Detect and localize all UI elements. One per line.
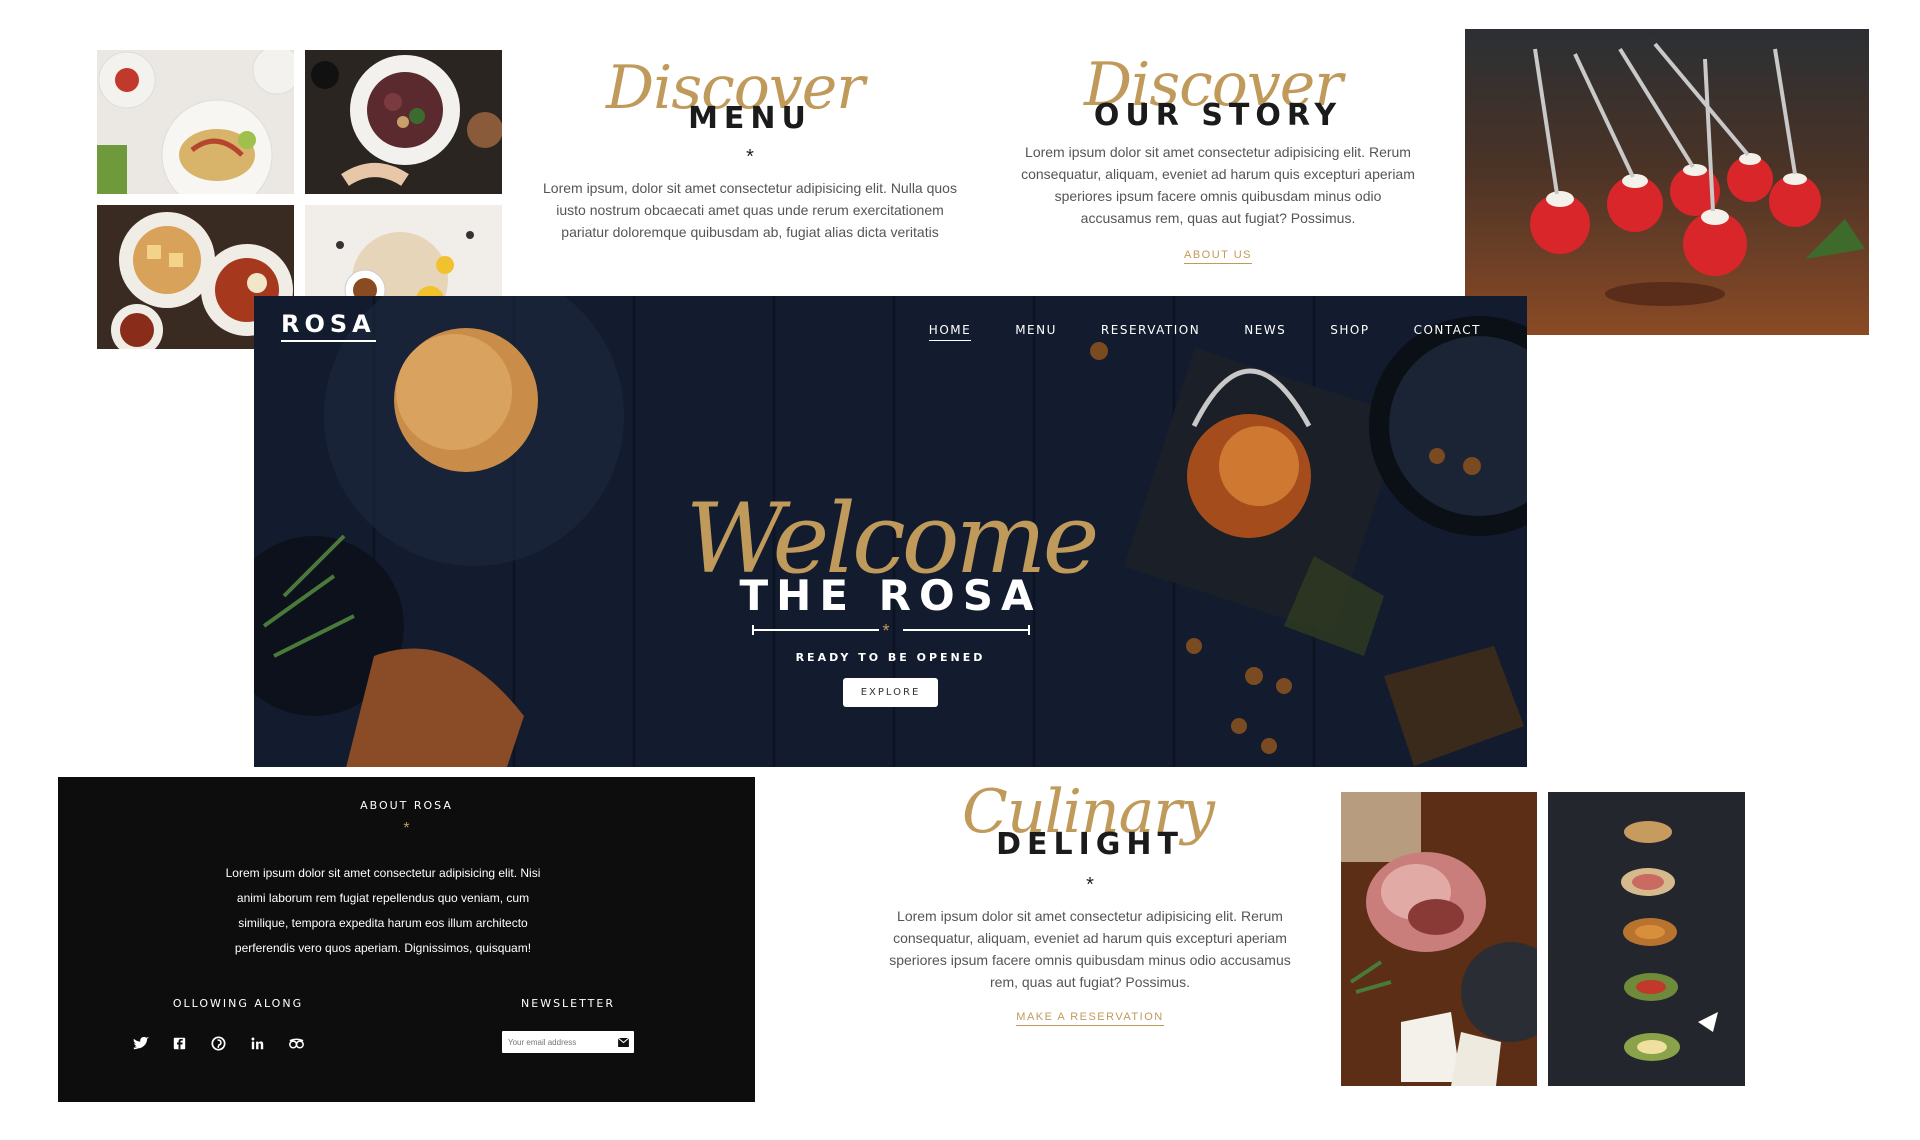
about-rosa-text: Lorem ipsum dolor sit amet consectetur a… bbox=[225, 866, 541, 955]
hero-star: * bbox=[882, 621, 890, 641]
hero-content: Welcome THE ROSA * READY TO BE OPENED EX… bbox=[254, 491, 1527, 707]
twitter-icon[interactable] bbox=[131, 1034, 150, 1053]
footer-panel: ABOUT ROSA * Lorem ipsum dolor sit amet … bbox=[58, 777, 755, 1102]
logo[interactable]: ROSA bbox=[281, 310, 376, 342]
facebook-icon[interactable] bbox=[170, 1034, 189, 1053]
newsletter-submit-button[interactable] bbox=[612, 1031, 634, 1053]
discover-menu-text: Lorem ipsum, dolor sit amet consectetur … bbox=[543, 180, 957, 240]
nav-news[interactable]: NEWS bbox=[1244, 323, 1286, 341]
hero-banner: ROSA HOME MENU RESERVATION NEWS SHOP CON… bbox=[254, 296, 1527, 767]
main-nav: HOME MENU RESERVATION NEWS SHOP CONTACT bbox=[885, 323, 1481, 341]
discover-menu-star: * bbox=[746, 146, 754, 168]
newsletter-heading: NEWSLETTER bbox=[521, 997, 615, 1010]
food-photo-tomato-skewers bbox=[1465, 29, 1869, 335]
nav-home[interactable]: HOME bbox=[928, 323, 972, 341]
culinary-text: Lorem ipsum dolor sit amet consectetur a… bbox=[889, 908, 1291, 990]
nav-contact[interactable]: CONTACT bbox=[1414, 323, 1481, 341]
newsletter-email-input[interactable] bbox=[502, 1031, 612, 1053]
culinary-section: Culinary DELIGHT * Lorem ipsum dolor sit… bbox=[880, 782, 1300, 1072]
footer-star: * bbox=[403, 820, 410, 837]
about-us-link[interactable]: ABOUT US bbox=[1183, 249, 1253, 264]
food-photo-charcuterie bbox=[1341, 792, 1537, 1086]
following-along-heading: OLLOWING ALONG bbox=[172, 997, 304, 1010]
hero-divider: * bbox=[751, 621, 1031, 641]
nav-shop[interactable]: SHOP bbox=[1330, 323, 1369, 341]
food-photo-bruschetta bbox=[1548, 792, 1745, 1086]
hero-subtitle: READY TO BE OPENED bbox=[795, 651, 986, 664]
newsletter-form bbox=[502, 1031, 634, 1053]
hero-title: THE ROSA bbox=[739, 571, 1042, 620]
about-rosa-heading: ABOUT ROSA bbox=[360, 799, 453, 812]
culinary-star: * bbox=[1086, 874, 1094, 896]
nav-reservation[interactable]: RESERVATION bbox=[1101, 323, 1200, 341]
discover-story-section: Discover OUR STORY Lorem ipsum dolor sit… bbox=[1018, 55, 1418, 295]
nav-menu[interactable]: MENU bbox=[1015, 323, 1057, 341]
explore-button[interactable]: EXPLORE bbox=[842, 678, 939, 707]
envelope-icon bbox=[617, 1037, 629, 1047]
discover-menu-section: Discover MENU * Lorem ipsum, dolor sit a… bbox=[540, 58, 960, 298]
food-photo-pasta bbox=[97, 50, 294, 194]
pinterest-icon[interactable] bbox=[209, 1034, 228, 1053]
social-links bbox=[131, 1034, 306, 1053]
tripadvisor-icon[interactable] bbox=[287, 1034, 306, 1053]
discover-story-title: OUR STORY bbox=[1093, 98, 1343, 133]
discover-menu-title: MENU bbox=[688, 101, 812, 136]
discover-story-text: Lorem ipsum dolor sit amet consectetur a… bbox=[1021, 144, 1415, 226]
make-reservation-link[interactable]: MAKE A RESERVATION bbox=[1016, 1011, 1164, 1026]
culinary-title: DELIGHT bbox=[996, 827, 1184, 862]
linkedin-icon[interactable] bbox=[248, 1034, 267, 1053]
food-photo-salad bbox=[305, 50, 502, 194]
